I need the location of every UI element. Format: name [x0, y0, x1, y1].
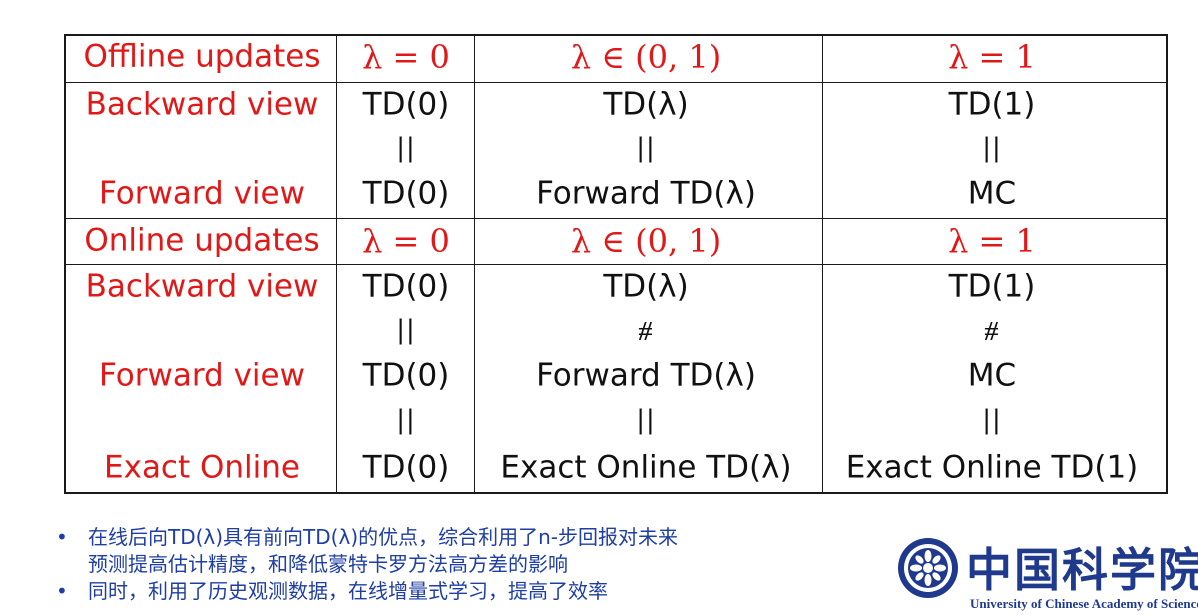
table-column-divider	[336, 36, 337, 492]
table-cell: TD(0)	[362, 357, 450, 394]
table-cell: ⧣	[638, 315, 654, 345]
table-divider	[66, 82, 1166, 83]
table-cell: ||	[636, 133, 656, 163]
table-cell: ||	[982, 133, 1002, 163]
row-label: Backward view	[85, 86, 319, 123]
bullet-dot: •	[56, 525, 68, 549]
table-cell: ||	[396, 315, 416, 345]
logo-english-text: University of Chinese Academy of Science…	[970, 596, 1198, 611]
table-cell: ⧣	[984, 315, 1000, 345]
table-cell: TD(λ)	[603, 268, 689, 305]
ucas-seal-icon	[898, 538, 958, 598]
row-label: Online updates	[84, 222, 320, 259]
bullet-item: • 同时，利用了历史观测数据，在线增量式学习，提高了效率	[56, 578, 856, 605]
table-cell: λ = 1	[948, 38, 1036, 76]
bullet-item: • 在线后向TD(λ)具有前向TD(λ)的优点，综合利用了n-步回报对未来 预测…	[56, 524, 856, 578]
table-cell: TD(0)	[362, 175, 450, 212]
bullet-line: 预测提高估计精度，和降低蒙特卡罗方法高方差的影响	[88, 552, 568, 576]
row-label: Exact Online	[104, 449, 300, 486]
table-cell: MC	[967, 357, 1017, 394]
ucas-logo: 中国科学院大学 University of Chinese Academy of…	[894, 530, 1198, 616]
row-label: Offline updates	[83, 38, 321, 75]
comparison-table: Offline updates λ = 0 λ ∈ (0, 1) λ = 1 Backw…	[64, 34, 1168, 494]
table-cell: ||	[636, 405, 656, 435]
table-cell: Forward TD(λ)	[536, 357, 756, 394]
table-column-divider	[474, 36, 475, 492]
table-divider	[66, 264, 1166, 265]
table-cell: λ = 0	[362, 38, 450, 76]
bullet-dot: •	[56, 579, 68, 603]
table-cell: TD(0)	[362, 268, 450, 305]
bullet-line: 同时，利用了历史观测数据，在线增量式学习，提高了效率	[88, 579, 608, 603]
table-cell: MC	[967, 175, 1017, 212]
logo-chinese-text: 中国科学院大学	[966, 543, 1198, 597]
table-cell: λ ∈ (0, 1)	[570, 222, 722, 260]
table-cell: TD(λ)	[603, 86, 689, 123]
table-cell: Forward TD(λ)	[536, 175, 756, 212]
row-label: Forward view	[99, 175, 305, 212]
bullet-line: 在线后向TD(λ)具有前向TD(λ)的优点，综合利用了n-步回报对未来	[88, 525, 679, 549]
table-column-divider	[822, 36, 823, 492]
table-cell: ||	[396, 133, 416, 163]
table-cell: Exact Online TD(λ)	[500, 449, 792, 486]
table-cell: ||	[396, 405, 416, 435]
table-cell: TD(0)	[362, 86, 450, 123]
table-divider	[66, 218, 1166, 219]
table-cell: TD(1)	[948, 86, 1036, 123]
table-cell: TD(1)	[948, 268, 1036, 305]
table-cell: ||	[982, 405, 1002, 435]
table-cell: λ ∈ (0, 1)	[570, 38, 722, 76]
table-cell: TD(0)	[362, 449, 450, 486]
table-cell: λ = 1	[948, 222, 1036, 260]
row-label: Forward view	[99, 357, 305, 394]
bullet-list: • 在线后向TD(λ)具有前向TD(λ)的优点，综合利用了n-步回报对未来 预测…	[56, 524, 856, 605]
row-label: Backward view	[85, 268, 319, 305]
table-cell: λ = 0	[362, 222, 450, 260]
table-cell: Exact Online TD(1)	[845, 449, 1139, 486]
